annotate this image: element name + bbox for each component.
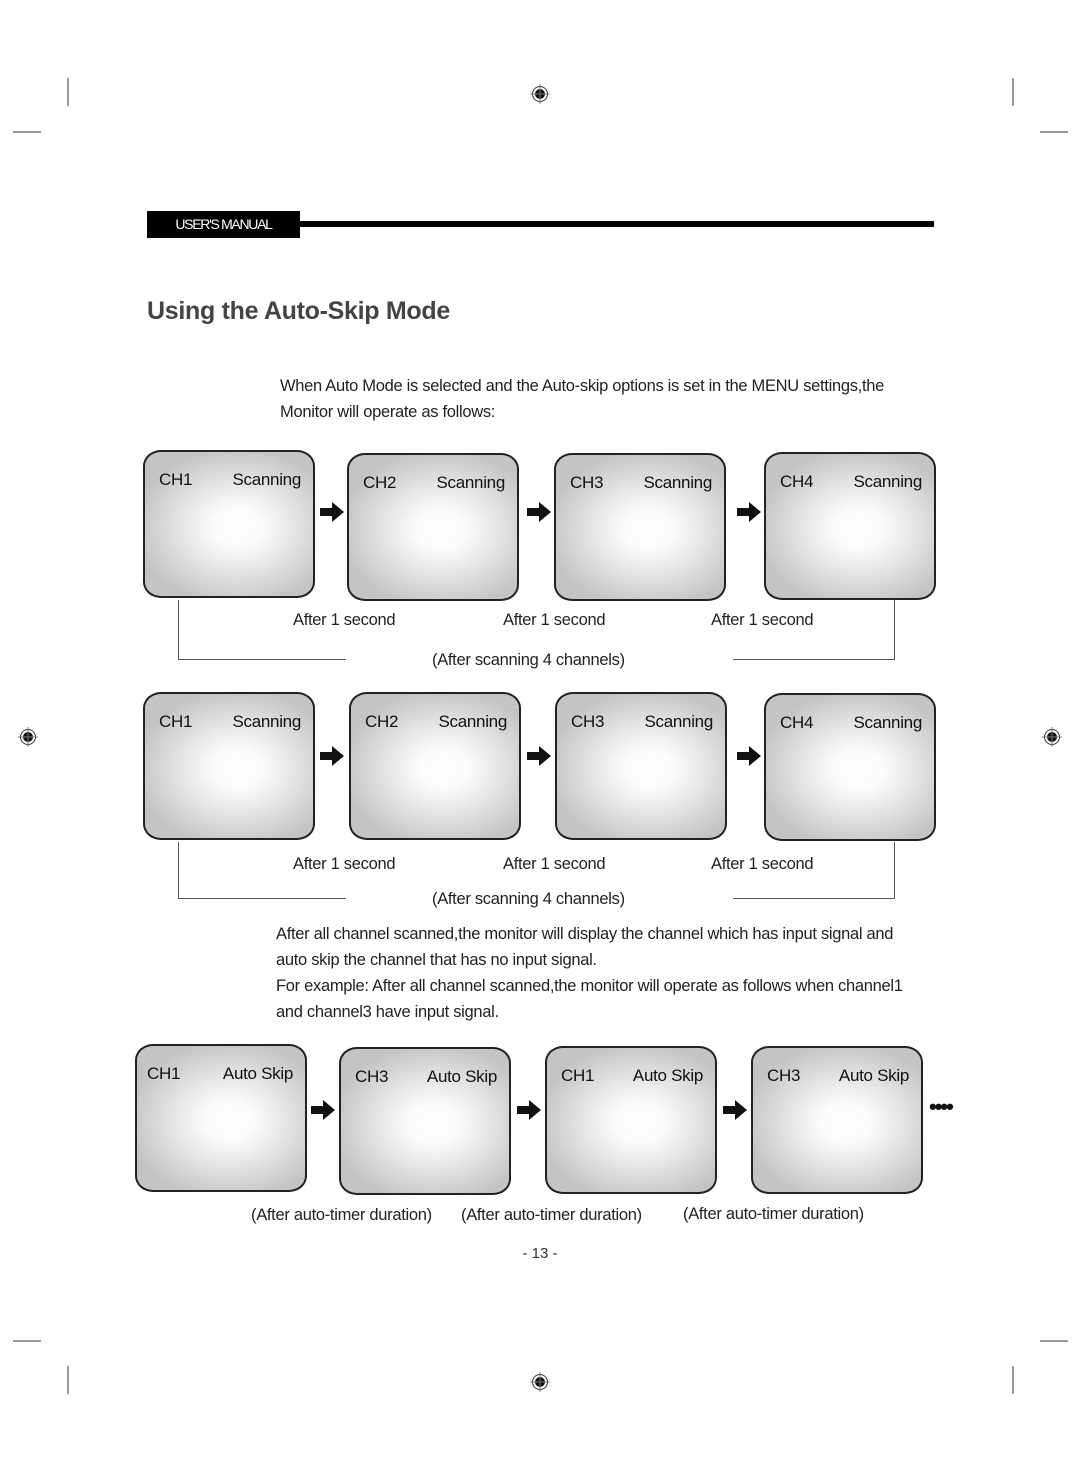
interval-caption: After 1 second xyxy=(711,855,814,873)
registration-mark-icon xyxy=(18,727,38,747)
interval-caption: After 1 second xyxy=(503,611,606,629)
crop-mark xyxy=(1012,78,1014,106)
loop-bracket xyxy=(733,659,895,660)
right-arrow-icon xyxy=(527,502,551,522)
interval-caption: (After auto-timer duration) xyxy=(683,1205,864,1223)
right-arrow-icon xyxy=(320,746,344,766)
interval-caption: After 1 second xyxy=(503,855,606,873)
explanation-line: After all channel scanned,the monitor wi… xyxy=(276,925,894,943)
channel-label: CH1 xyxy=(561,1066,595,1085)
monitor-screen: CH1 Scanning xyxy=(143,450,315,598)
channel-label: CH3 xyxy=(355,1067,389,1086)
status-label: Scanning xyxy=(853,472,923,491)
status-label: Auto Skip xyxy=(426,1067,497,1086)
intro-line: When Auto Mode is selected and the Auto-… xyxy=(280,377,884,395)
channel-label: CH1 xyxy=(147,1064,181,1083)
status-label: Scanning xyxy=(232,712,302,731)
monitor-screen: CH3 Scanning xyxy=(554,453,726,601)
intro-paragraph: When Auto Mode is selected and the Auto-… xyxy=(280,373,884,425)
right-arrow-icon xyxy=(737,502,761,522)
loop-bracket xyxy=(733,898,895,899)
interval-caption: After 1 second xyxy=(293,855,396,873)
monitor-screen: CH3 Auto Skip xyxy=(751,1046,923,1194)
status-label: Auto Skip xyxy=(222,1064,293,1083)
header-rule xyxy=(300,221,934,227)
explanation-line: For example: After all channel scanned,t… xyxy=(276,977,903,995)
channel-label: CH4 xyxy=(780,472,814,491)
monitor-screen: CH1 Scanning xyxy=(143,692,315,840)
channel-label: CH4 xyxy=(780,713,814,732)
right-arrow-icon xyxy=(517,1100,541,1120)
monitor-screen: CH3 Auto Skip xyxy=(339,1047,511,1195)
crop-mark xyxy=(1040,131,1068,133)
crop-mark xyxy=(67,1366,69,1394)
crop-mark xyxy=(13,1340,41,1342)
right-arrow-icon xyxy=(320,502,344,522)
monitor-screen: CH4 Scanning xyxy=(764,452,936,600)
channel-label: CH1 xyxy=(159,470,193,489)
status-label: Scanning xyxy=(643,473,713,492)
loop-bracket xyxy=(178,659,346,660)
explanation-line: auto skip the channel that has no input … xyxy=(276,951,597,969)
right-arrow-icon xyxy=(723,1100,747,1120)
loop-caption: (After scanning 4 channels) xyxy=(432,890,625,908)
monitor-screen: CH2 Scanning xyxy=(349,692,521,840)
right-arrow-icon xyxy=(311,1100,335,1120)
status-label: Auto Skip xyxy=(838,1066,909,1085)
continuation-dots: •••• xyxy=(929,1094,954,1119)
status-label: Scanning xyxy=(232,470,302,489)
loop-bracket xyxy=(178,600,179,660)
status-label: Scanning xyxy=(644,712,714,731)
channel-label: CH3 xyxy=(767,1066,801,1085)
loop-bracket xyxy=(894,600,895,660)
monitor-screen: CH3 Scanning xyxy=(555,692,727,840)
right-arrow-icon xyxy=(737,746,761,766)
loop-bracket xyxy=(178,842,179,899)
interval-caption: After 1 second xyxy=(293,611,396,629)
right-arrow-icon xyxy=(527,746,551,766)
channel-label: CH2 xyxy=(363,473,397,492)
monitor-screen: CH4 Scanning xyxy=(764,693,936,841)
page-title: Using the Auto-Skip Mode xyxy=(147,297,450,325)
manual-header-label: USER'S MANUAL xyxy=(147,211,300,238)
page-number: - 13 - xyxy=(522,1245,558,1262)
registration-mark-icon xyxy=(530,84,550,104)
monitor-screen: CH1 Auto Skip xyxy=(135,1044,307,1192)
registration-mark-icon xyxy=(1042,727,1062,747)
explanation-line: and channel3 have input signal. xyxy=(276,1003,499,1021)
loop-caption: (After scanning 4 channels) xyxy=(432,651,625,669)
channel-label: CH3 xyxy=(571,712,605,731)
explanation-paragraph: After all channel scanned,the monitor wi… xyxy=(276,921,903,1025)
status-label: Auto Skip xyxy=(632,1066,703,1085)
interval-caption: (After auto-timer duration) xyxy=(251,1206,432,1224)
loop-bracket xyxy=(178,898,346,899)
status-label: Scanning xyxy=(436,473,506,492)
loop-bracket xyxy=(894,842,895,899)
monitor-screen: CH2 Scanning xyxy=(347,453,519,601)
crop-mark xyxy=(67,78,69,106)
registration-mark-icon xyxy=(530,1372,550,1392)
status-label: Scanning xyxy=(438,712,508,731)
channel-label: CH3 xyxy=(570,473,604,492)
interval-caption: (After auto-timer duration) xyxy=(461,1206,642,1224)
intro-line: Monitor will operate as follows: xyxy=(280,403,496,421)
crop-mark xyxy=(1040,1340,1068,1342)
monitor-screen: CH1 Auto Skip xyxy=(545,1046,717,1194)
channel-label: CH1 xyxy=(159,712,193,731)
interval-caption: After 1 second xyxy=(711,611,814,629)
crop-mark xyxy=(13,131,41,133)
channel-label: CH2 xyxy=(365,712,399,731)
status-label: Scanning xyxy=(853,713,923,732)
crop-mark xyxy=(1012,1366,1014,1394)
